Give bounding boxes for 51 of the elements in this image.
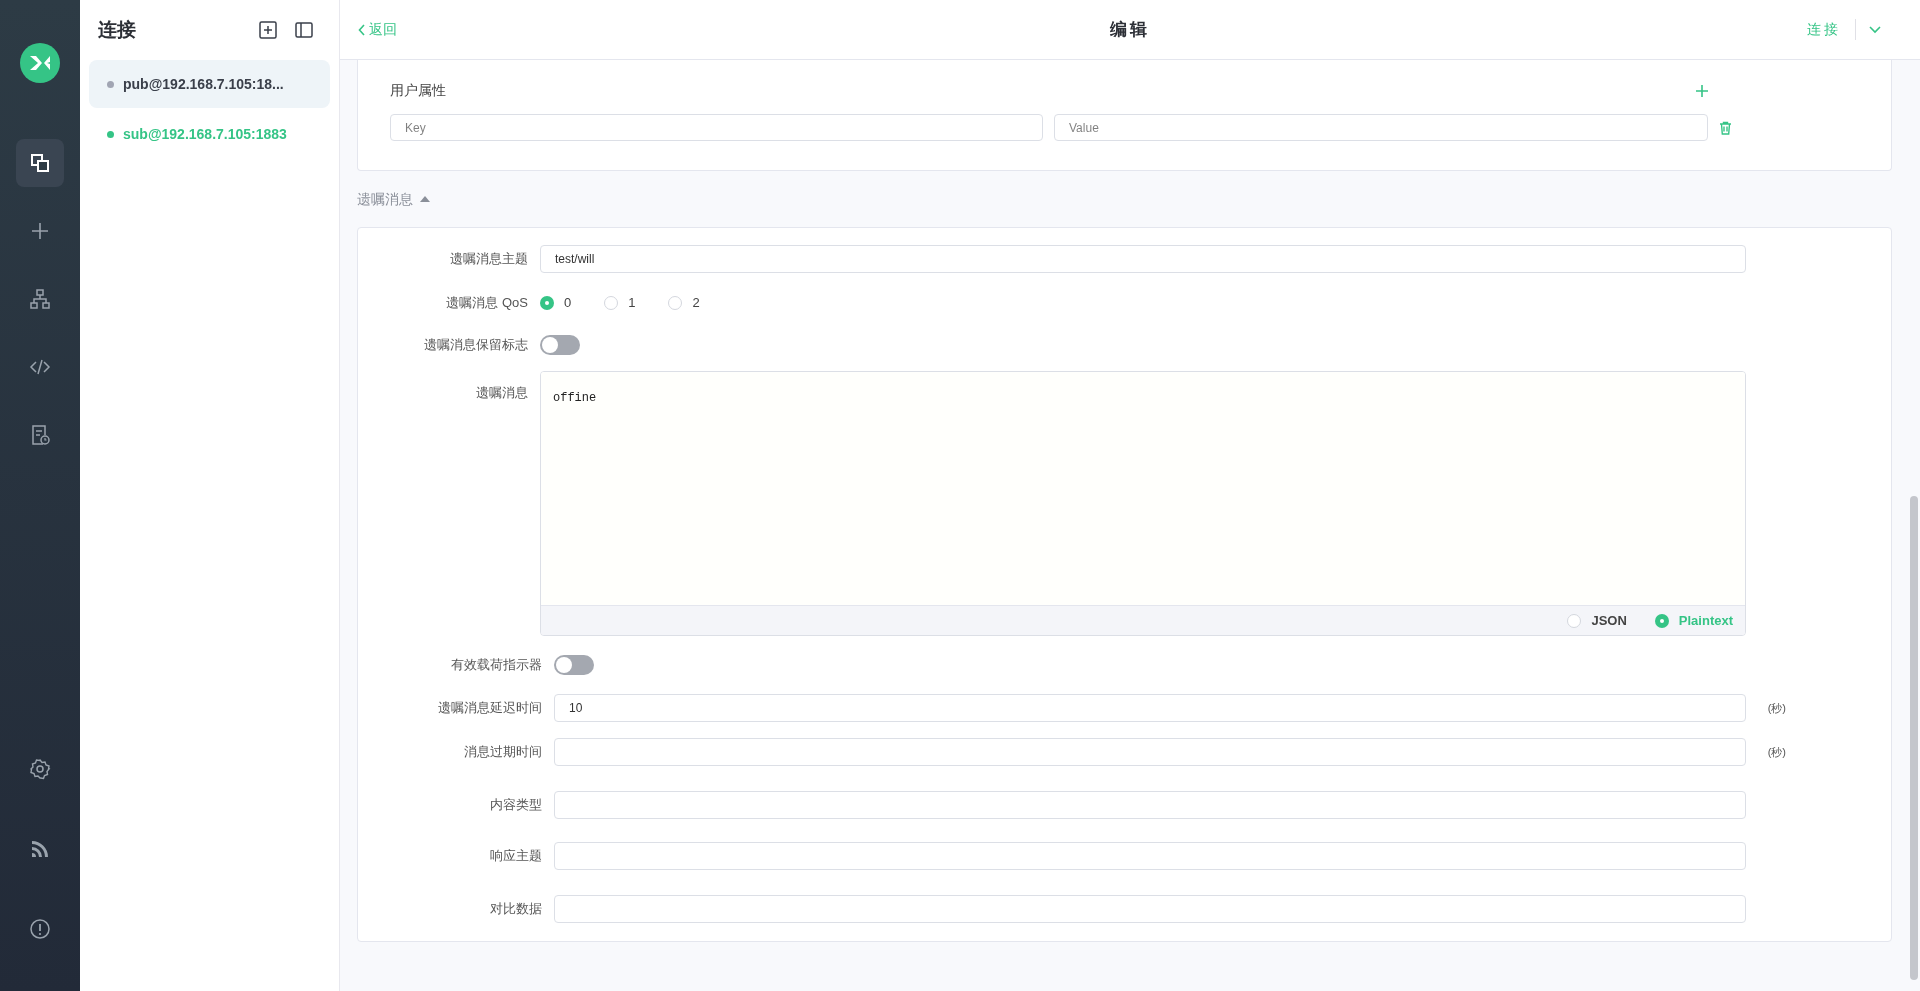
editor-text: offine xyxy=(553,391,597,405)
scrollbar-thumb[interactable] xyxy=(1910,496,1918,980)
panel-toggle-icon[interactable] xyxy=(295,22,313,38)
text-field[interactable] xyxy=(554,895,1746,923)
rss-feed-icon xyxy=(29,838,51,860)
key-field[interactable]: Key xyxy=(390,114,1043,141)
log-document-icon xyxy=(29,424,51,446)
radio-option[interactable]: JSON xyxy=(1567,610,1627,631)
panel-title: 连接 xyxy=(98,17,137,42)
connection-name: sub@192.168.7.105:1883 xyxy=(123,124,287,144)
nav-button[interactable] xyxy=(16,139,64,187)
text-field[interactable] xyxy=(554,842,1746,870)
section-label: 遗嘱消息 xyxy=(357,189,413,209)
unit-label: (秒) xyxy=(1767,744,1786,760)
unit-label: (秒) xyxy=(1767,700,1786,716)
logo-icon xyxy=(20,43,60,83)
radio-option[interactable]: 0 xyxy=(540,293,572,313)
field-label: 遗嘱消息 xyxy=(475,384,528,402)
toggle-switch[interactable] xyxy=(540,335,580,355)
info-icon xyxy=(29,918,51,940)
value-field[interactable]: Value xyxy=(1054,114,1708,141)
add-icon xyxy=(29,220,51,242)
network-tree-icon xyxy=(29,288,51,310)
page-title: 编辑 xyxy=(1110,18,1150,41)
connection-item[interactable]: pub@192.168.7.105:18... xyxy=(89,60,330,108)
chevron-down-icon[interactable] xyxy=(1868,24,1882,35)
settings-icon xyxy=(29,758,51,780)
connections-icon xyxy=(29,152,51,174)
delete-icon[interactable] xyxy=(1719,120,1732,135)
field-label: 有效载荷指示器 xyxy=(450,656,542,675)
text-field[interactable]: test/will xyxy=(540,245,1746,273)
radio-option[interactable]: 1 xyxy=(604,293,636,313)
field-label: 内容类型 xyxy=(489,796,542,815)
field-label: 响应主题 xyxy=(489,847,542,866)
radio-option[interactable]: 2 xyxy=(668,293,700,313)
toggle-switch[interactable] xyxy=(554,655,594,675)
text-field[interactable] xyxy=(554,791,1746,819)
field-label: 对比数据 xyxy=(489,900,542,919)
code-editor[interactable]: offine JSON Plaintext xyxy=(540,371,1746,636)
field-label: 遗嘱消息保留标志 xyxy=(423,336,528,355)
add-icon[interactable] xyxy=(259,21,277,39)
chevron-left-icon xyxy=(358,23,366,36)
section-label: 用户属性 xyxy=(390,81,447,100)
text-field[interactable]: 10 xyxy=(554,694,1746,722)
field-label: 消息过期时间 xyxy=(463,743,542,762)
field-label: 遗嘱消息延迟时间 xyxy=(437,699,542,718)
field-label: 遗嘱消息 QoS xyxy=(445,294,528,313)
caret-icon[interactable] xyxy=(419,195,431,203)
text-field[interactable] xyxy=(554,738,1746,766)
connection-name: pub@192.168.7.105:18... xyxy=(123,74,284,94)
field-label: 遗嘱消息主题 xyxy=(449,250,528,269)
